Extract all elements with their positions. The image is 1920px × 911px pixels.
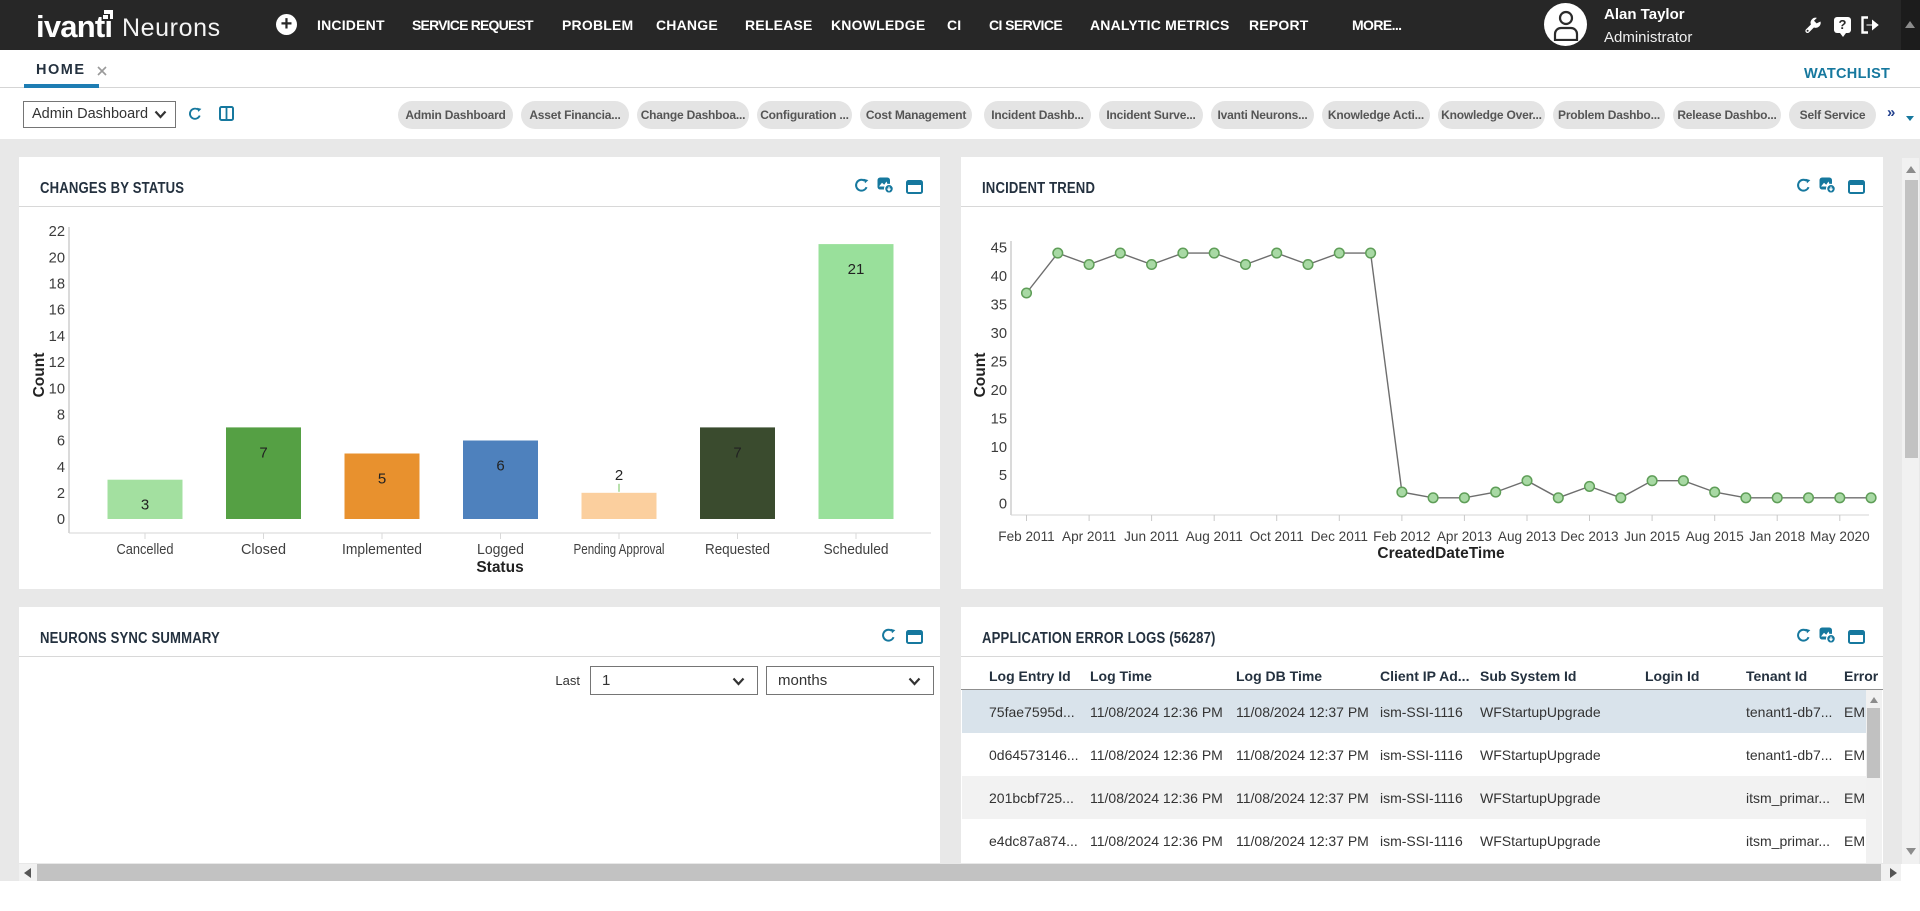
svg-text:Dec 2013: Dec 2013 <box>1560 529 1618 544</box>
svg-text:Jan 2018: Jan 2018 <box>1749 529 1805 544</box>
svg-text:35: 35 <box>991 298 1007 314</box>
svg-text:5: 5 <box>999 468 1007 484</box>
svg-text:Pending Approval: Pending Approval <box>574 542 665 558</box>
svg-text:Feb 2011: Feb 2011 <box>998 529 1054 544</box>
svg-text:Aug 2013: Aug 2013 <box>1498 529 1556 544</box>
svg-text:0: 0 <box>999 497 1007 513</box>
svg-text:Requested: Requested <box>705 542 770 558</box>
svg-text:20: 20 <box>991 383 1007 399</box>
svg-text:20: 20 <box>49 250 65 266</box>
svg-text:18: 18 <box>49 277 65 293</box>
svg-text:16: 16 <box>49 303 65 319</box>
svg-text:0: 0 <box>57 512 65 528</box>
svg-text:CreatedDateTime: CreatedDateTime <box>1377 545 1505 562</box>
svg-text:40: 40 <box>991 269 1007 285</box>
svg-text:21: 21 <box>848 261 865 278</box>
svg-text:Apr 2011: Apr 2011 <box>1062 529 1116 544</box>
svg-text:14: 14 <box>49 329 65 345</box>
svg-text:Aug 2011: Aug 2011 <box>1186 529 1243 544</box>
svg-text:Dec 2011: Dec 2011 <box>1311 529 1368 544</box>
svg-text:Scheduled: Scheduled <box>824 542 889 558</box>
svg-text:Oct 2011: Oct 2011 <box>1250 529 1304 544</box>
svg-text:Implemented: Implemented <box>342 542 422 558</box>
svg-text:Cancelled: Cancelled <box>117 542 174 558</box>
svg-text:Count: Count <box>972 353 989 398</box>
svg-text:Aug 2015: Aug 2015 <box>1686 529 1744 544</box>
svg-text:3: 3 <box>141 497 149 514</box>
svg-text:15: 15 <box>991 411 1007 427</box>
svg-text:8: 8 <box>57 408 65 424</box>
svg-text:May 2020: May 2020 <box>1810 529 1870 544</box>
svg-text:4: 4 <box>57 460 65 476</box>
svg-text:12: 12 <box>49 355 65 371</box>
svg-text:30: 30 <box>991 326 1007 342</box>
svg-text:25: 25 <box>991 354 1007 370</box>
svg-text:Logged: Logged <box>477 542 524 558</box>
svg-text:22: 22 <box>49 224 65 240</box>
svg-text:Closed: Closed <box>241 542 286 558</box>
svg-text:7: 7 <box>733 444 741 461</box>
svg-text:6: 6 <box>496 458 504 475</box>
svg-text:Feb 2012: Feb 2012 <box>1373 529 1430 544</box>
svg-text:6: 6 <box>57 434 65 450</box>
svg-text:Jun 2011: Jun 2011 <box>1124 529 1179 544</box>
svg-text:10: 10 <box>991 440 1007 456</box>
svg-text:5: 5 <box>378 471 386 488</box>
svg-text:Apr 2013: Apr 2013 <box>1437 529 1492 544</box>
svg-text:7: 7 <box>259 444 267 461</box>
svg-text:2: 2 <box>57 486 65 502</box>
svg-text:Status: Status <box>476 559 523 576</box>
svg-text:10: 10 <box>49 381 65 397</box>
svg-text:2: 2 <box>615 467 623 484</box>
svg-text:Jun 2015: Jun 2015 <box>1624 529 1680 544</box>
svg-text:Count: Count <box>31 353 48 398</box>
svg-text:45: 45 <box>991 241 1007 257</box>
